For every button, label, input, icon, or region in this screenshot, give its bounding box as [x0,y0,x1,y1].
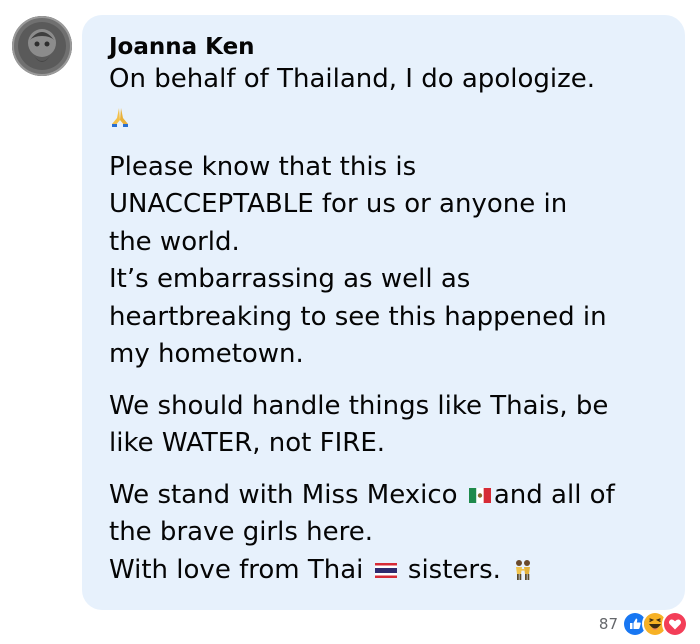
comment-text: and all of [493,479,615,510]
prayer-emoji-line [109,99,679,135]
comment-line: the brave girls here. [109,517,374,547]
comment-body: On behalf of Thailand, I do apologize. P… [109,61,679,589]
comment-text: With love from Thai [109,554,364,585]
mexico-flag-icon [468,487,491,503]
comment-author[interactable]: Joanna Ken [109,33,255,61]
love-icon [662,611,688,637]
comment-line: We stand with Miss Mexico and all of [109,477,679,515]
comment-line: UNACCEPTABLE for us or anyone in [109,189,568,219]
comment-line: Please know that this is [109,151,417,182]
comment-text: sisters. [407,554,501,585]
comment-line: like WATER, not FIRE. [109,428,386,458]
comment-line: With love from Thai sisters. [109,552,679,590]
comment-screenshot: Joanna Ken On behalf of Thailand, I do a… [0,0,700,644]
comment-line: It’s embarrassing as well as [109,264,471,294]
comment-line: We should handle things like Thais, be [109,390,609,421]
reaction-count: 87 [598,615,618,633]
thailand-flag-icon [374,562,397,578]
comment-line: heartbreaking to see this happened in [109,301,607,332]
reaction-icons [622,611,688,637]
folded-hands-icon [109,106,131,128]
comment-line: my hometown. [109,339,304,369]
reactions-summary[interactable]: 87 [598,611,688,637]
comment-line: the world. [109,226,240,257]
comment-text: We stand with Miss Mexico [109,479,458,510]
women-holding-hands-icon [512,559,534,581]
avatar-image [12,16,72,76]
avatar[interactable] [12,16,72,76]
comment-line: On behalf of Thailand, I do apologize. [109,64,595,94]
